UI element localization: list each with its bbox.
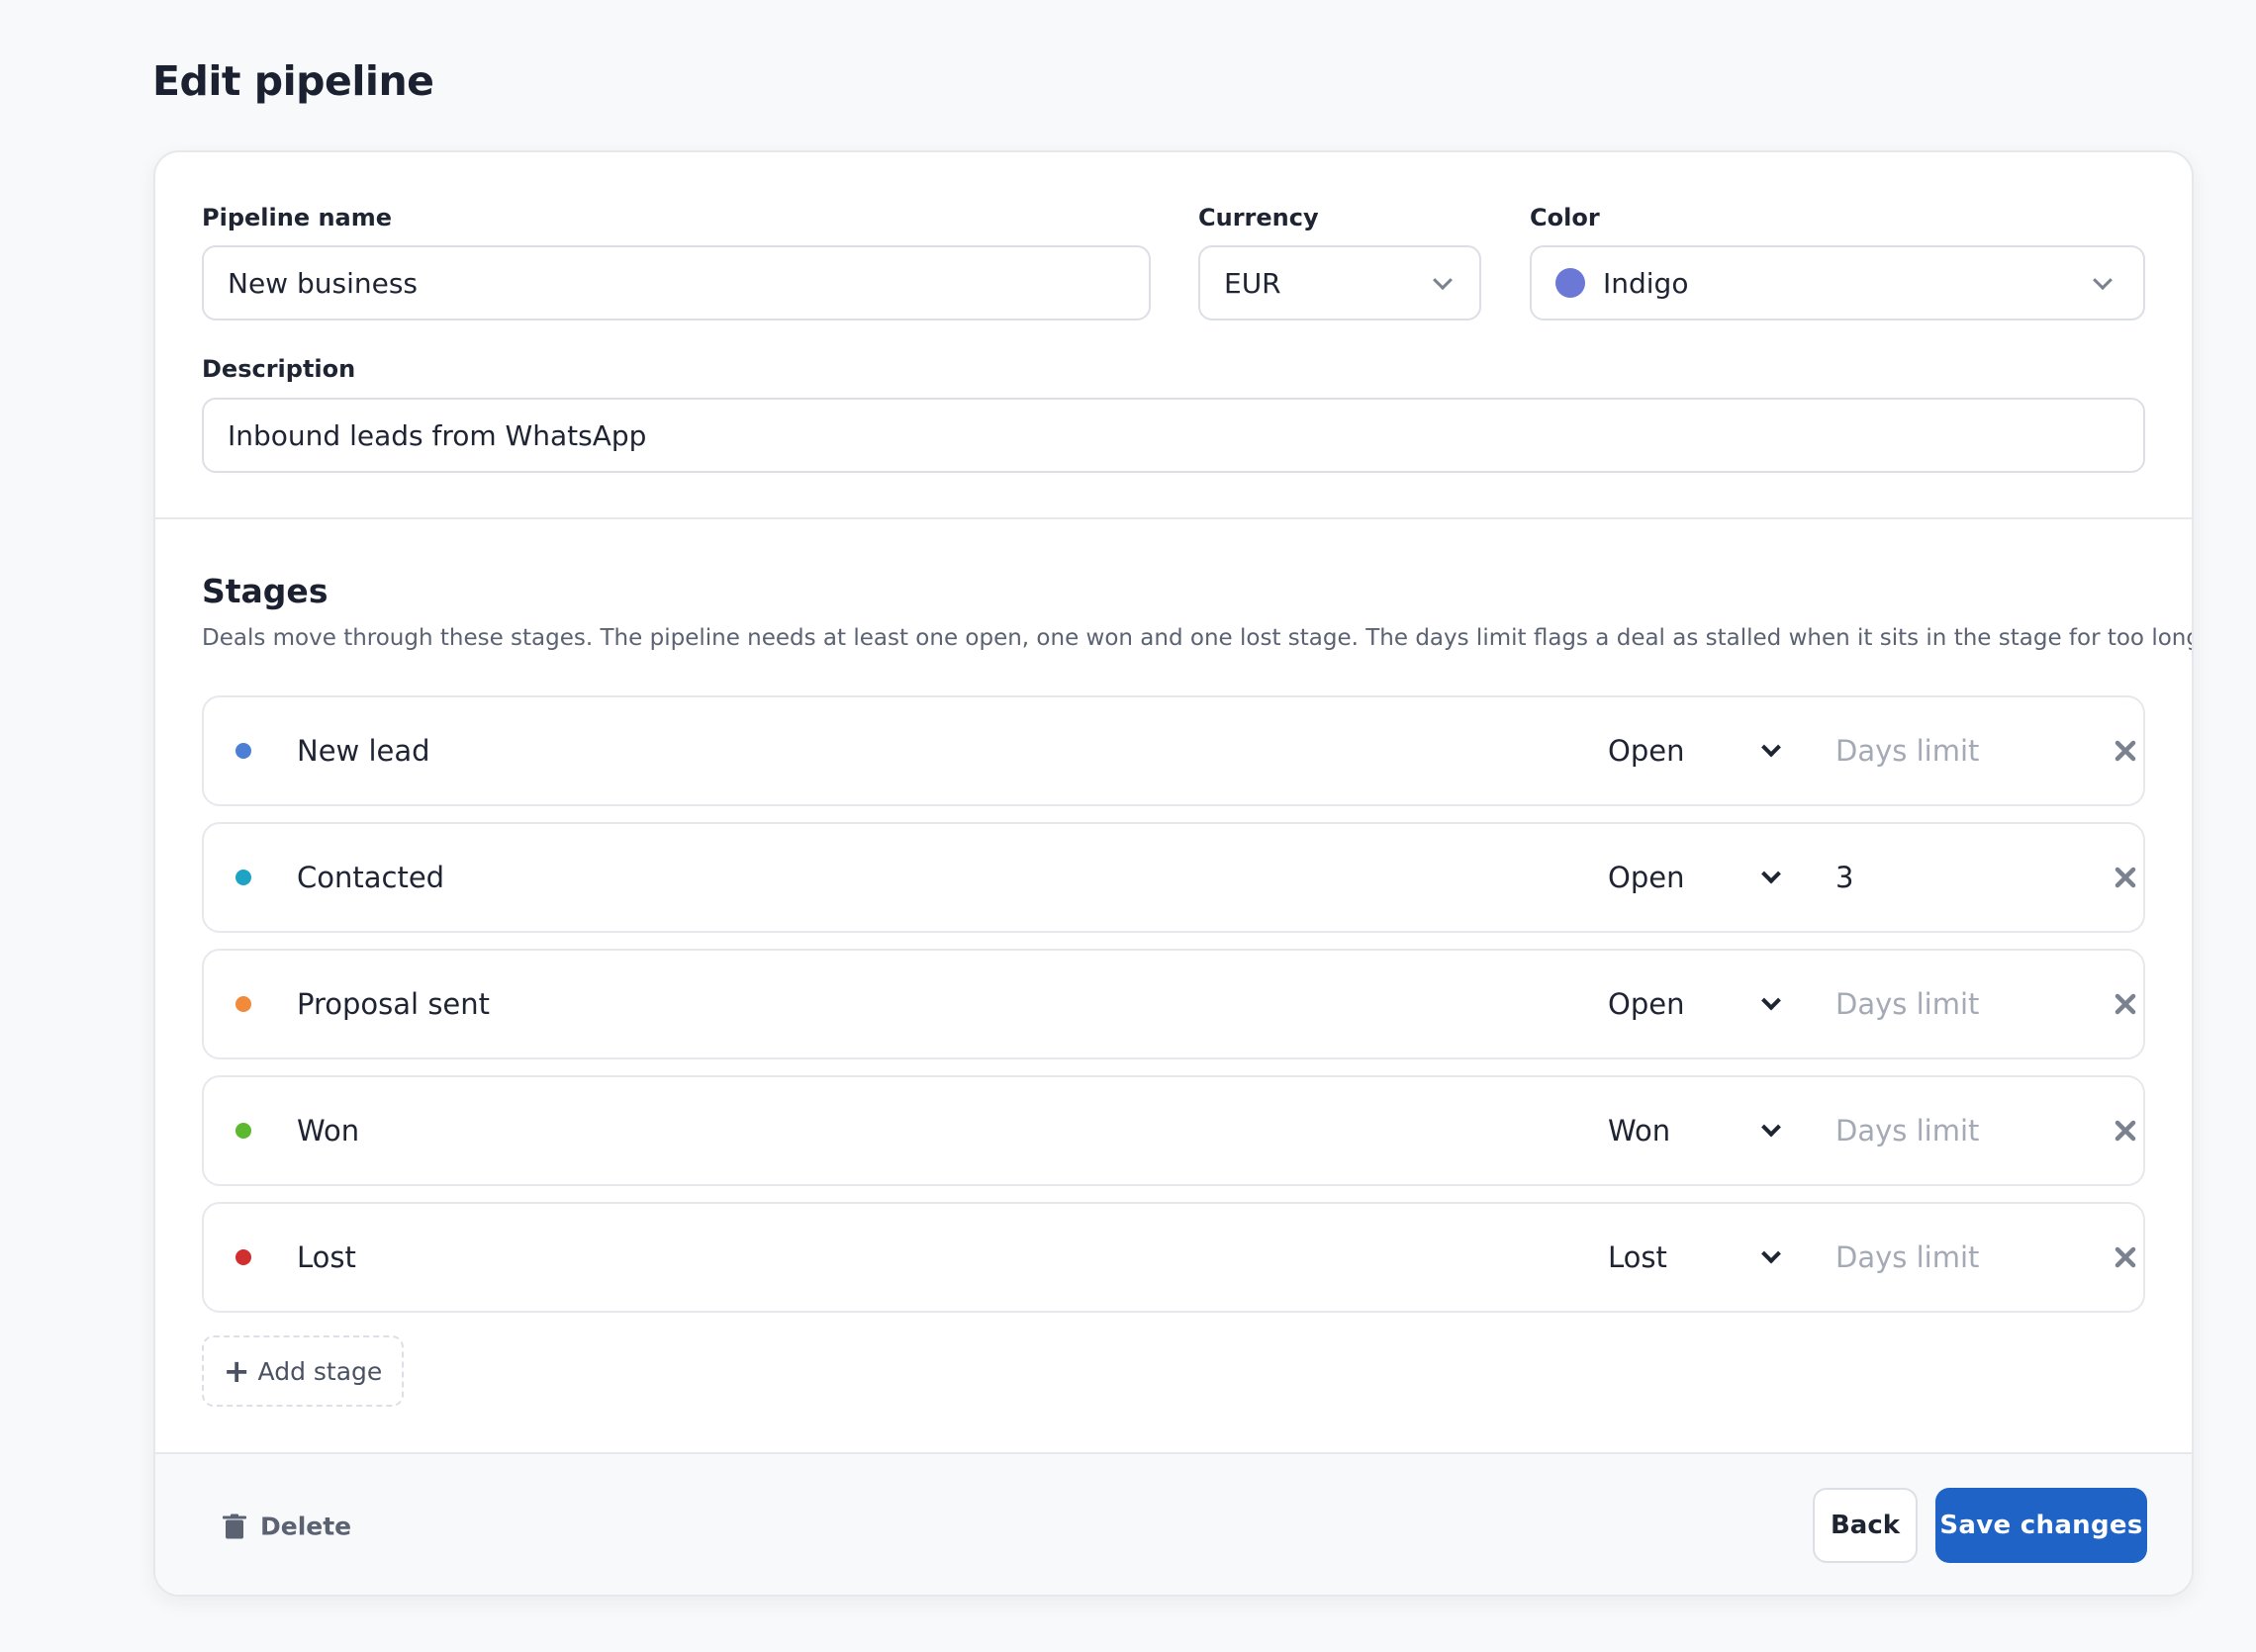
stage-days-limit-input[interactable]: Days limit (1835, 1240, 1979, 1274)
chevron-down-icon[interactable] (1761, 990, 1781, 1011)
currency-value: EUR (1224, 266, 1281, 300)
stage-row: Won Won Days limit (202, 1075, 2145, 1186)
stage-type-select[interactable]: Lost (1608, 1240, 1667, 1274)
pipeline-name-value: New business (228, 266, 419, 300)
remove-stage-icon[interactable] (2111, 863, 2140, 892)
stage-days-limit-input[interactable]: Days limit (1835, 987, 1979, 1021)
chevron-down-icon[interactable] (1761, 1243, 1781, 1264)
remove-stage-icon[interactable] (2111, 989, 2140, 1019)
chevron-down-icon[interactable] (1761, 864, 1781, 884)
stage-color-dot[interactable] (235, 996, 251, 1012)
plus-icon: + (223, 1352, 250, 1390)
description-input[interactable]: Inbound leads from WhatsApp (202, 398, 2145, 473)
color-select[interactable]: Indigo (1530, 245, 2145, 321)
stage-days-limit-input[interactable]: Days limit (1835, 734, 1979, 768)
stage-color-dot[interactable] (235, 743, 251, 759)
page-title: Edit pipeline (152, 57, 434, 105)
stage-name-input[interactable]: Proposal sent (297, 987, 490, 1021)
remove-stage-icon[interactable] (2111, 736, 2140, 766)
description-label: Description (202, 355, 356, 383)
stages-heading: Stages (202, 572, 329, 610)
add-stage-button[interactable]: + Add stage (202, 1335, 404, 1407)
delete-button[interactable]: Delete (223, 1513, 351, 1541)
page: Edit pipeline Pipeline name New business… (0, 0, 2256, 1652)
remove-stage-icon[interactable] (2111, 1242, 2140, 1272)
stage-type-select[interactable]: Won (1608, 1114, 1670, 1147)
stage-color-dot[interactable] (235, 1249, 251, 1265)
delete-label: Delete (260, 1512, 352, 1541)
stage-type-select[interactable]: Open (1608, 734, 1684, 768)
form-footer: Delete Back Save changes (155, 1452, 2192, 1595)
color-label: Color (1530, 204, 1600, 231)
pipeline-name-input[interactable]: New business (202, 245, 1151, 321)
color-value: Indigo (1603, 266, 1689, 300)
stage-row: Lost Lost Days limit (202, 1202, 2145, 1313)
pipeline-details-section: Pipeline name New business Currency EUR … (155, 152, 2192, 519)
stage-row: New lead Open Days limit (202, 695, 2145, 806)
stage-name-input[interactable]: Contacted (297, 861, 444, 894)
currency-label: Currency (1198, 204, 1319, 231)
color-swatch (1555, 268, 1585, 298)
stage-row: Proposal sent Open Days limit (202, 949, 2145, 1059)
back-button[interactable]: Back (1813, 1488, 1918, 1563)
currency-select[interactable]: EUR (1198, 245, 1481, 321)
stages-description: Deals move through these stages. The pip… (202, 625, 2194, 651)
stage-name-input[interactable]: Lost (297, 1240, 356, 1274)
stage-days-limit-input[interactable]: 3 (1835, 861, 1853, 894)
chevron-down-icon (2093, 270, 2113, 291)
stage-row: Contacted Open 3 (202, 822, 2145, 933)
trash-icon (223, 1514, 246, 1538)
chevron-down-icon (1433, 270, 1453, 291)
description-value: Inbound leads from WhatsApp (228, 418, 647, 452)
stage-color-dot[interactable] (235, 870, 251, 885)
stage-color-dot[interactable] (235, 1123, 251, 1139)
chevron-down-icon[interactable] (1761, 737, 1781, 758)
pipeline-name-label: Pipeline name (202, 204, 393, 231)
stage-type-select[interactable]: Open (1608, 861, 1684, 894)
chevron-down-icon[interactable] (1761, 1117, 1781, 1138)
save-changes-button[interactable]: Save changes (1935, 1488, 2147, 1563)
stage-days-limit-input[interactable]: Days limit (1835, 1114, 1979, 1147)
stage-name-input[interactable]: Won (297, 1114, 359, 1147)
stage-name-input[interactable]: New lead (297, 734, 430, 768)
remove-stage-icon[interactable] (2111, 1116, 2140, 1146)
pipeline-form-card: Pipeline name New business Currency EUR … (153, 150, 2194, 1597)
add-stage-label: Add stage (257, 1356, 383, 1386)
stage-type-select[interactable]: Open (1608, 987, 1684, 1021)
